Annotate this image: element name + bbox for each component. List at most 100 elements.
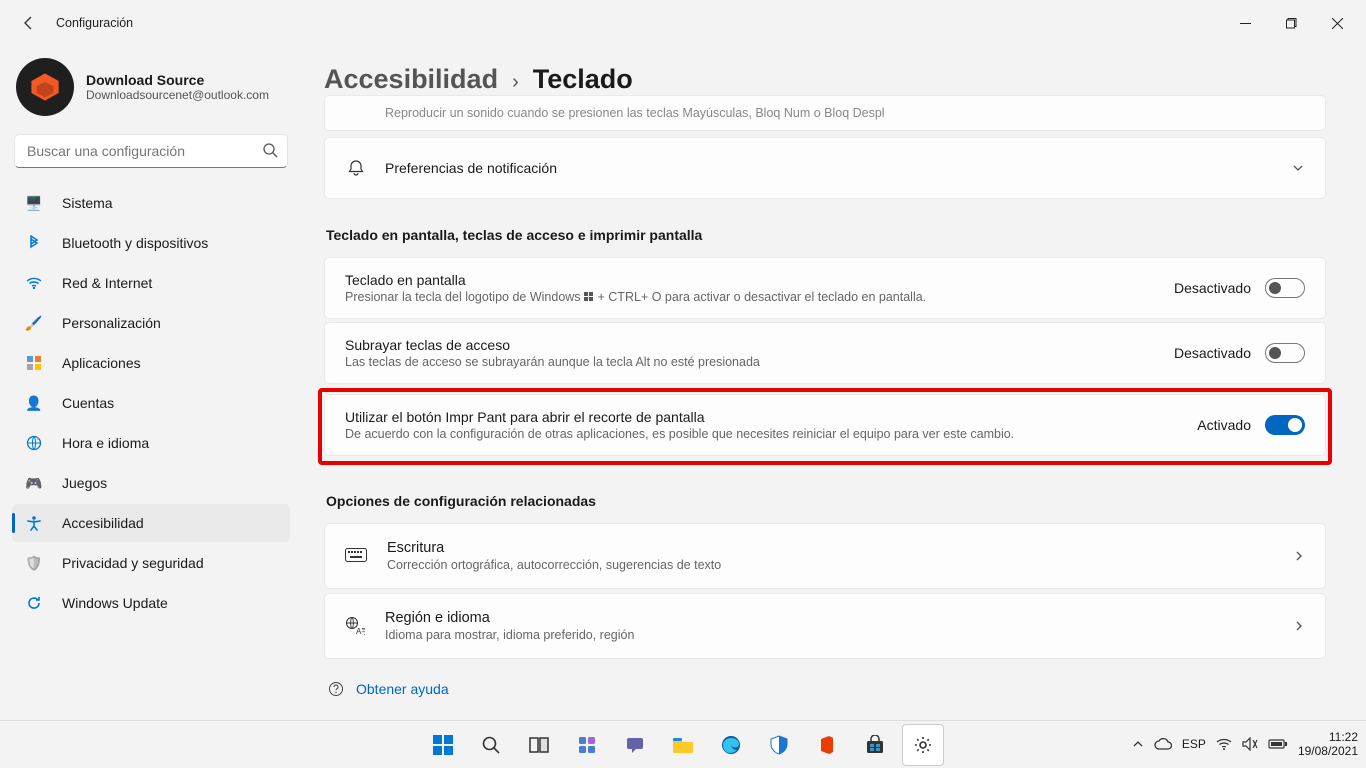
sidebar-item-label: Windows Update (62, 595, 168, 611)
back-button[interactable] (12, 6, 46, 40)
sidebar-item-label: Red & Internet (62, 275, 152, 291)
setting-desc: Las teclas de acceso se subrayarán aunqu… (345, 355, 760, 369)
toggle-switch[interactable] (1265, 343, 1305, 363)
close-button[interactable] (1314, 7, 1360, 39)
highlighted-setting: Utilizar el botón Impr Pant para abrir e… (318, 388, 1332, 465)
clock-date: 19/08/2021 (1298, 744, 1358, 758)
sidebar-item-icon (24, 515, 44, 531)
svg-text:A字: A字 (356, 626, 365, 636)
tray-clock[interactable]: 11:22 19/08/2021 (1298, 730, 1358, 759)
search-icon (262, 142, 278, 158)
sidebar-item-label: Hora e idioma (62, 435, 149, 451)
wifi-icon[interactable] (1216, 738, 1232, 750)
account-block[interactable]: Download Source Downloadsourcenet@outloo… (12, 52, 290, 134)
setting-title: Utilizar el botón Impr Pant para abrir e… (345, 409, 1014, 425)
toggle-state-label: Desactivado (1174, 345, 1251, 361)
tray-language[interactable]: ESP (1182, 737, 1206, 751)
help-link[interactable]: Obtener ayuda (324, 681, 1326, 697)
sidebar-item-icon: 🛡️ (24, 555, 44, 572)
sidebar-item-label: Personalización (62, 315, 161, 331)
setting-title: Subrayar teclas de acceso (345, 337, 760, 353)
card-title: Preferencias de notificación (385, 160, 557, 176)
related-card[interactable]: A字 Región e idioma Idioma para mostrar, id… (324, 593, 1326, 659)
setting-desc: Presionar la tecla del logotipo de Windo… (345, 290, 926, 304)
store-button[interactable] (854, 724, 896, 766)
onedrive-icon[interactable] (1154, 738, 1172, 750)
breadcrumb: Accesibilidad › Teclado (324, 64, 1326, 95)
related-desc: Idioma para mostrar, idioma preferido, r… (385, 628, 634, 642)
sidebar-item-label: Privacidad y seguridad (62, 555, 204, 571)
minimize-button[interactable] (1222, 7, 1268, 39)
explorer-button[interactable] (662, 724, 704, 766)
breadcrumb-parent[interactable]: Accesibilidad (324, 64, 498, 95)
chevron-right-icon (1293, 550, 1305, 562)
sidebar-item-label: Aplicaciones (62, 355, 141, 371)
office-button[interactable] (806, 724, 848, 766)
sidebar-item-privacidad-y-seguridad[interactable]: 🛡️ Privacidad y seguridad (12, 544, 290, 582)
setting-desc: De acuerdo con la configuración de otras… (345, 427, 1014, 441)
section-title: Teclado en pantalla, teclas de acceso e … (326, 227, 1326, 243)
toggle-state-label: Activado (1197, 417, 1251, 433)
sidebar-item-label: Bluetooth y dispositivos (62, 235, 208, 251)
sidebar-item-icon: 👤 (24, 395, 44, 412)
bell-icon (345, 159, 367, 177)
avatar (16, 58, 74, 116)
start-button[interactable] (422, 724, 464, 766)
related-title: Región e idioma (385, 610, 634, 626)
sidebar-item-icon (24, 235, 44, 251)
toggle-switch[interactable] (1265, 278, 1305, 298)
sidebar-item-accesibilidad[interactable]: Accesibilidad (12, 504, 290, 542)
sidebar-item-icon (24, 595, 44, 611)
chat-button[interactable] (614, 724, 656, 766)
related-card[interactable]: Escritura Corrección ortográfica, autocor… (324, 523, 1326, 589)
chevron-right-icon: › (512, 71, 519, 94)
related-desc: Corrección ortográfica, autocorrección, … (387, 558, 721, 572)
setting-card-toggle-sounds[interactable]: Reproducir un sonido cuando se presionen… (324, 95, 1326, 131)
setting-row[interactable]: Utilizar el botón Impr Pant para abrir e… (324, 394, 1326, 456)
help-icon (328, 681, 344, 697)
sidebar-item-label: Accesibilidad (62, 515, 144, 531)
sidebar-item-cuentas[interactable]: 👤 Cuentas (12, 384, 290, 422)
sidebar-item-label: Sistema (62, 195, 113, 211)
search-input[interactable] (14, 134, 288, 168)
related-title: Escritura (387, 540, 721, 556)
tray-chevron-icon[interactable] (1132, 738, 1144, 750)
toggle-state-label: Desactivado (1174, 280, 1251, 296)
sidebar-item-icon (24, 435, 44, 451)
edge-button[interactable] (710, 724, 752, 766)
sidebar-item-hora-e-idioma[interactable]: Hora e idioma (12, 424, 290, 462)
setting-title: Teclado en pantalla (345, 272, 926, 288)
settings-taskbar-button[interactable] (902, 724, 944, 766)
battery-icon[interactable] (1268, 738, 1288, 750)
sidebar-item-bluetooth-y-dispositivos[interactable]: Bluetooth y dispositivos (12, 224, 290, 262)
setting-row[interactable]: Teclado en pantalla Presionar la tecla de… (324, 257, 1326, 319)
volume-icon[interactable] (1242, 737, 1258, 751)
chevron-down-icon (1291, 161, 1305, 175)
account-name: Download Source (86, 72, 269, 88)
toggle-switch[interactable] (1265, 415, 1305, 435)
sidebar-item-label: Cuentas (62, 395, 114, 411)
related-icon: A字 (345, 616, 365, 636)
account-email: Downloadsourcenet@outlook.com (86, 88, 269, 102)
related-icon (345, 548, 367, 564)
sidebar-item-label: Juegos (62, 475, 107, 491)
security-button[interactable] (758, 724, 800, 766)
sidebar-item-aplicaciones[interactable]: Aplicaciones (12, 344, 290, 382)
sidebar-item-icon: 🎮 (24, 475, 44, 492)
sidebar-item-windows-update[interactable]: Windows Update (12, 584, 290, 622)
sidebar-item-icon: 🖥️ (24, 195, 44, 212)
sidebar-item-sistema[interactable]: 🖥️ Sistema (12, 184, 290, 222)
help-link-label: Obtener ayuda (356, 681, 449, 697)
window-title: Configuración (56, 16, 133, 30)
taskbar-search[interactable] (470, 724, 512, 766)
task-view-button[interactable] (518, 724, 560, 766)
sidebar-item-red-internet[interactable]: Red & Internet (12, 264, 290, 302)
notification-prefs-card[interactable]: Preferencias de notificación (324, 137, 1326, 199)
maximize-button[interactable] (1268, 7, 1314, 39)
setting-row[interactable]: Subrayar teclas de acceso Las teclas de a… (324, 322, 1326, 384)
sidebar-item-icon: 🖌️ (24, 315, 44, 332)
widgets-button[interactable] (566, 724, 608, 766)
sidebar-item-juegos[interactable]: 🎮 Juegos (12, 464, 290, 502)
breadcrumb-current: Teclado (533, 64, 633, 95)
sidebar-item-personalizaci-n[interactable]: 🖌️ Personalización (12, 304, 290, 342)
